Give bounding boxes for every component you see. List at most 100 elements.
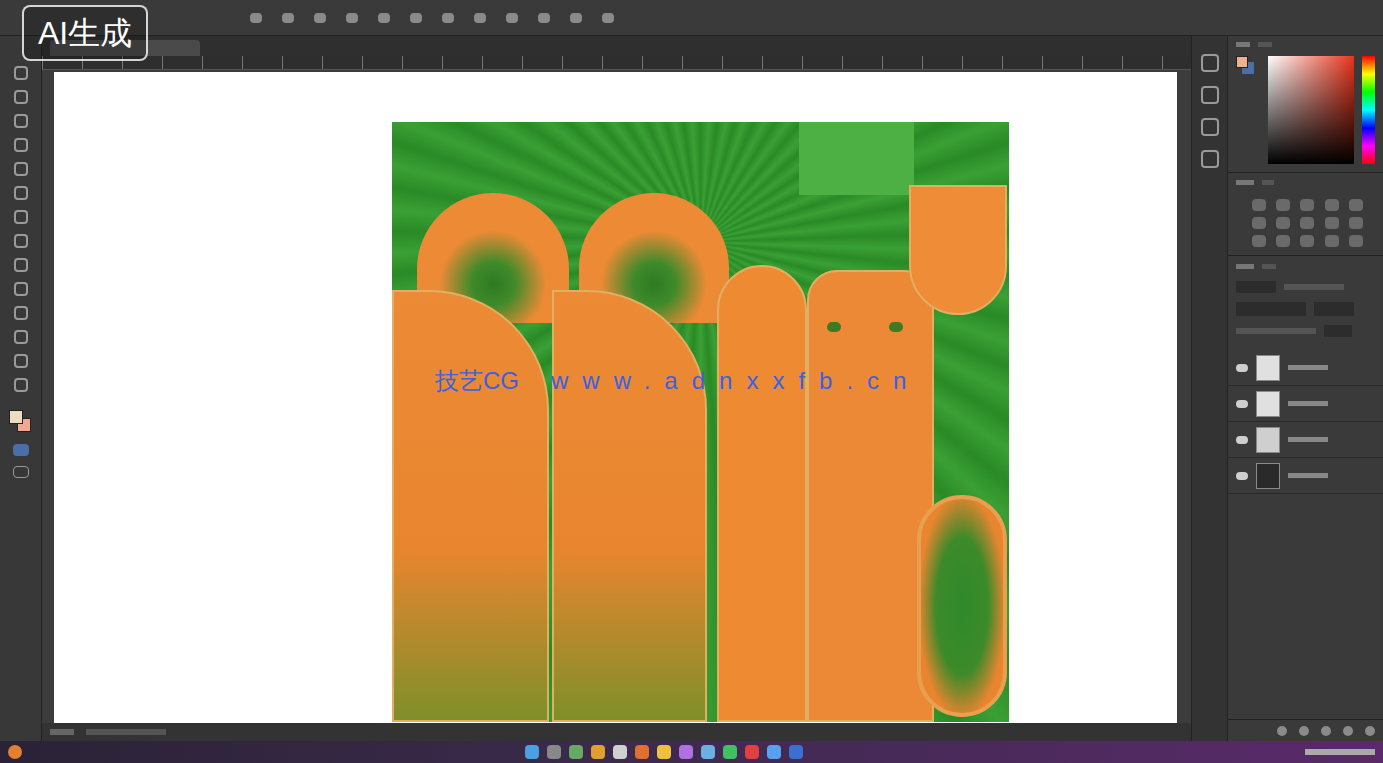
adjustment-icon[interactable] — [1276, 235, 1290, 247]
taskbar-app-icon[interactable] — [767, 745, 781, 759]
canvas[interactable] — [54, 72, 1177, 723]
tool-icon[interactable] — [14, 114, 28, 128]
panel-icon[interactable] — [1201, 150, 1219, 168]
taskbar-app-icon[interactable] — [613, 745, 627, 759]
option-icon[interactable] — [410, 13, 422, 23]
layer-row[interactable] — [1228, 422, 1383, 458]
option-icon[interactable] — [538, 13, 550, 23]
zoom-field[interactable] — [50, 729, 74, 735]
layer-button-icon[interactable] — [1321, 726, 1331, 736]
layer-button-icon[interactable] — [1343, 726, 1353, 736]
visibility-eye-icon[interactable] — [1236, 364, 1248, 372]
tool-icon[interactable] — [14, 282, 28, 296]
tool-icon[interactable] — [14, 186, 28, 200]
adjustment-icon[interactable] — [1349, 217, 1363, 229]
taskbar-app-icon[interactable] — [701, 745, 715, 759]
taskbar-app-icon[interactable] — [635, 745, 649, 759]
mini-swatches[interactable] — [1236, 56, 1260, 80]
option-icon[interactable] — [506, 13, 518, 23]
panel-icon[interactable] — [1201, 86, 1219, 104]
layer-button-icon[interactable] — [1365, 726, 1375, 736]
site-name: 技艺CG — [435, 366, 519, 396]
hue-slider[interactable] — [1362, 56, 1375, 164]
color-panel — [1228, 36, 1383, 173]
color-swatches[interactable] — [9, 410, 33, 434]
doc-info — [86, 729, 166, 735]
layers-panel — [1228, 256, 1383, 741]
panel-icon[interactable] — [1201, 118, 1219, 136]
texture-image — [392, 122, 1009, 722]
tool-icon[interactable] — [14, 90, 28, 104]
quick-mask-icon[interactable] — [13, 444, 29, 456]
adjustment-icon[interactable] — [1325, 235, 1339, 247]
color-field[interactable] — [1268, 56, 1354, 164]
option-icon[interactable] — [250, 13, 262, 23]
taskbar-app-icon[interactable] — [723, 745, 737, 759]
tool-icon[interactable] — [14, 378, 28, 392]
lock-row[interactable] — [1228, 320, 1383, 342]
adjustment-icon[interactable] — [1300, 235, 1314, 247]
adjustment-icon[interactable] — [1325, 199, 1339, 211]
tool-icon[interactable] — [14, 162, 28, 176]
option-icon[interactable] — [602, 13, 614, 23]
adjustment-icon[interactable] — [1349, 235, 1363, 247]
tool-icon[interactable] — [14, 330, 28, 344]
adjustment-icon[interactable] — [1252, 217, 1266, 229]
blend-mode[interactable] — [1228, 298, 1383, 320]
layer-filter[interactable] — [1228, 276, 1383, 298]
option-icon[interactable] — [314, 13, 326, 23]
option-icon[interactable] — [442, 13, 454, 23]
texture-column — [717, 265, 807, 722]
taskbar-app-icon[interactable] — [525, 745, 539, 759]
site-url: www.adnxxfb.cn — [551, 366, 920, 396]
adjustment-icon[interactable] — [1349, 199, 1363, 211]
option-icons — [250, 13, 614, 23]
layer-thumbnail — [1256, 355, 1280, 381]
layer-button-icon[interactable] — [1277, 726, 1287, 736]
adjustment-icon[interactable] — [1276, 217, 1290, 229]
tool-icon[interactable] — [14, 210, 28, 224]
taskbar-app-icon[interactable] — [679, 745, 693, 759]
tool-icon[interactable] — [14, 138, 28, 152]
tool-icon[interactable] — [14, 234, 28, 248]
document-tabs — [42, 36, 1191, 56]
panel-icon[interactable] — [1201, 54, 1219, 72]
taskbar-app-icon[interactable] — [789, 745, 803, 759]
start-icon[interactable] — [8, 745, 22, 759]
adjustment-icon[interactable] — [1300, 199, 1314, 211]
taskbar-app-icon[interactable] — [745, 745, 759, 759]
adjustment-icon[interactable] — [1252, 235, 1266, 247]
tool-icon[interactable] — [14, 354, 28, 368]
option-icon[interactable] — [378, 13, 390, 23]
adjustment-icons — [1236, 199, 1375, 247]
layer-row[interactable] — [1228, 458, 1383, 494]
option-icon[interactable] — [474, 13, 486, 23]
adjustments-panel — [1228, 173, 1383, 256]
tool-icon[interactable] — [14, 258, 28, 272]
layer-row[interactable] — [1228, 386, 1383, 422]
option-icon[interactable] — [282, 13, 294, 23]
option-icon[interactable] — [346, 13, 358, 23]
adjustment-icon[interactable] — [1325, 217, 1339, 229]
taskbar-app-icon[interactable] — [547, 745, 561, 759]
foreground-color-swatch[interactable] — [9, 410, 23, 424]
adjustment-icon[interactable] — [1252, 199, 1266, 211]
texture-patch — [799, 122, 914, 195]
screen-mode-icon[interactable] — [13, 466, 29, 478]
option-icon[interactable] — [570, 13, 582, 23]
visibility-eye-icon[interactable] — [1236, 436, 1248, 444]
taskbar-app-icon[interactable] — [657, 745, 671, 759]
texture-side — [552, 290, 707, 722]
layer-button-icon[interactable] — [1299, 726, 1309, 736]
adjustment-icon[interactable] — [1300, 217, 1314, 229]
taskbar-app-icon[interactable] — [591, 745, 605, 759]
tool-icon[interactable] — [14, 306, 28, 320]
adjustment-icon[interactable] — [1276, 199, 1290, 211]
layer-row[interactable] — [1228, 350, 1383, 386]
visibility-eye-icon[interactable] — [1236, 472, 1248, 480]
tool-icon[interactable] — [14, 66, 28, 80]
taskbar-app-icon[interactable] — [569, 745, 583, 759]
layer-thumbnail — [1256, 391, 1280, 417]
layer-thumbnail — [1256, 427, 1280, 453]
visibility-eye-icon[interactable] — [1236, 400, 1248, 408]
